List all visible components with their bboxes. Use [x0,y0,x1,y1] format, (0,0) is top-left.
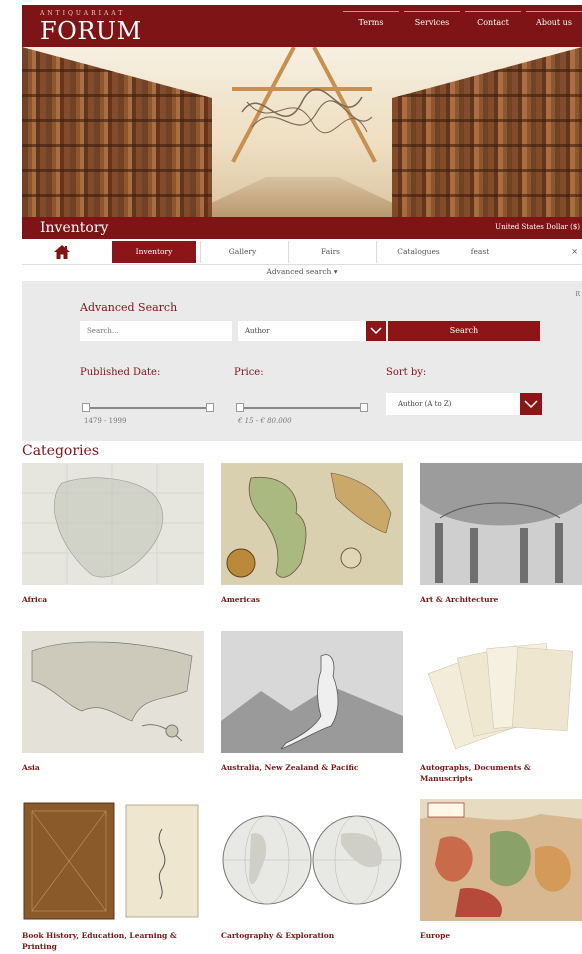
manuscripts-image[interactable] [420,631,582,753]
slider-handle-max[interactable] [206,403,214,412]
published-date-label: Published Date: [80,367,161,378]
page: ANTIQUARIAAT FORUM Terms Services Contac… [22,5,582,954]
price-slider[interactable] [236,403,368,412]
tab-bar: Inventory Gallery Fairs Catalogues feast… [22,239,582,265]
category-name[interactable]: Art & Architecture [420,594,582,605]
category-card-cartography[interactable]: Cartography & Exploration [221,799,403,941]
category-name[interactable]: Cartography & Exploration [221,930,403,941]
slider-handle-min[interactable] [82,403,90,412]
category-name[interactable]: Australia, New Zealand & Pacific [221,762,403,773]
slider-handle-min[interactable] [236,403,244,412]
inventory-bar: Inventory United States Dollar ($) [22,217,582,239]
top-nav: Terms Services Contact About us [338,11,582,41]
world-hemispheres-image[interactable] [221,799,403,921]
tab-inventory[interactable]: Inventory [112,241,196,263]
map-africa-image[interactable] [22,463,204,585]
page-title: Inventory [40,220,109,236]
nav-terms[interactable]: Terms [343,11,399,41]
categories-title: Categories [22,443,99,459]
published-date-slider[interactable] [82,403,214,412]
advanced-search-title: Advanced Search [80,301,178,314]
satirical-map-europe-image[interactable] [420,799,582,921]
old-books-image[interactable] [22,799,204,921]
category-name[interactable]: Book History, Education, Learning & Prin… [22,930,204,952]
map-asia-image[interactable] [22,631,204,753]
category-card-autographs[interactable]: Autographs, Documents & Manuscripts [420,631,582,784]
sort-select[interactable]: Author (A to Z) [386,393,520,415]
top-bar: ANTIQUARIAAT FORUM Terms Services Contac… [22,5,582,47]
search-button[interactable]: Search [388,321,540,341]
home-icon[interactable] [54,245,70,259]
kangaroo-engraving-image[interactable] [221,631,403,753]
map-americas-image[interactable] [221,463,403,585]
price-range: € 15 - € 80.000 [238,417,292,425]
close-icon[interactable]: × [571,241,578,263]
tab-catalogues[interactable]: Catalogues [376,241,460,263]
category-card-americas[interactable]: Americas [221,463,403,605]
logo-subtitle: ANTIQUARIAAT [40,10,126,17]
advanced-search-panel: R Advanced Search Author Search Publishe… [22,281,582,441]
category-card-art-architecture[interactable]: Art & Architecture [420,463,582,605]
search-input[interactable] [80,321,232,341]
chevron-down-icon[interactable] [366,321,386,341]
category-name[interactable]: Americas [221,594,403,605]
category-card-asia[interactable]: Asia [22,631,204,773]
side-mark: R [575,291,580,298]
tab-gallery[interactable]: Gallery [200,241,284,263]
category-card-europe[interactable]: Europe [420,799,582,941]
logo[interactable]: FORUM [40,17,142,45]
category-name[interactable]: Africa [22,594,204,605]
category-name[interactable]: Asia [22,762,204,773]
price-label: Price: [234,367,264,378]
nav-about-us[interactable]: About us [526,11,582,41]
tab-feast[interactable]: feast [460,241,500,263]
library-hero-image [22,47,582,217]
currency-selector[interactable]: United States Dollar ($) [495,223,580,231]
chandelier-icon [241,88,373,134]
advanced-search-toggle[interactable]: Advanced search ▾ [22,267,582,276]
nav-contact[interactable]: Contact [465,11,521,41]
chevron-down-icon[interactable] [520,393,542,415]
architecture-engraving-image[interactable] [420,463,582,585]
author-select[interactable]: Author [238,321,366,341]
sort-by-label: Sort by: [386,367,427,378]
category-name[interactable]: Autographs, Documents & Manuscripts [420,762,582,784]
tab-fairs[interactable]: Fairs [288,241,372,263]
slider-handle-max[interactable] [360,403,368,412]
category-name[interactable]: Europe [420,930,582,941]
category-card-africa[interactable]: Africa [22,463,204,605]
nav-services[interactable]: Services [404,11,460,41]
category-card-book-history[interactable]: Book History, Education, Learning & Prin… [22,799,204,952]
published-date-range: 1479 - 1999 [84,417,127,425]
category-card-australia[interactable]: Australia, New Zealand & Pacific [221,631,403,773]
